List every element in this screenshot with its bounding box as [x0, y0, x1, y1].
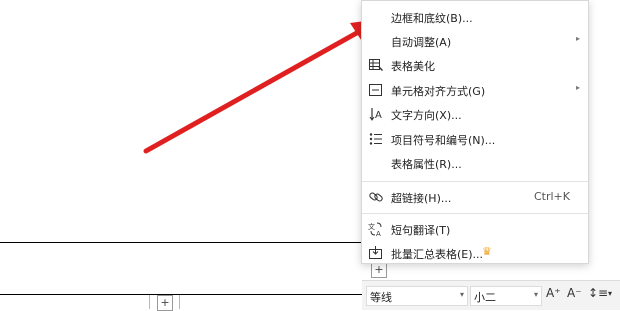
font-family-select[interactable]: 等线 ▾	[366, 286, 468, 306]
menu-item-table-beautify[interactable]: 表格美化	[362, 53, 588, 77]
table-beautify-icon	[368, 57, 384, 73]
menu-separator	[362, 181, 588, 182]
link-icon	[368, 189, 384, 205]
table-cell-divider	[149, 295, 150, 309]
vip-crown-icon: ♛	[482, 245, 492, 258]
menu-item-table-properties[interactable]: 表格属性(R)...	[362, 151, 588, 175]
chevron-down-icon: ▾	[459, 290, 464, 299]
menu-item-batch-summary[interactable]: 批量汇总表格(E)... ♛	[362, 241, 588, 265]
menu-item-bullets-numbering[interactable]: 项目符号和编号(N)...	[362, 127, 588, 151]
menu-item-auto-fit[interactable]: 自动调整(A) ▸	[362, 29, 588, 53]
menu-item-label: 文字方向(X)...	[391, 109, 462, 122]
mini-toolbar: 等线 ▾ 小二 ▾ A⁺ A⁻ ↕≡ ▾	[362, 280, 620, 310]
menu-item-borders-shading[interactable]: 边框和底纹(B)...	[362, 5, 588, 29]
font-size-value: 小二	[474, 291, 496, 304]
menu-item-text-direction[interactable]: A 文字方向(X)...	[362, 102, 588, 126]
menu-separator	[362, 213, 588, 214]
table-cell-divider	[179, 295, 180, 309]
font-size-select[interactable]: 小二 ▾	[470, 286, 542, 306]
menu-item-label: 短句翻译(T)	[391, 224, 451, 237]
line-spacing-button[interactable]: ↕≡	[588, 286, 608, 304]
menu-item-label: 表格属性(R)...	[391, 158, 462, 171]
menu-item-label: 边框和底纹(B)...	[391, 12, 473, 25]
batch-summary-icon	[368, 245, 384, 261]
menu-item-label: 批量汇总表格(E)...	[391, 248, 484, 261]
svg-text:A: A	[375, 110, 382, 121]
shrink-font-button[interactable]: A⁻	[567, 286, 582, 304]
cell-align-icon	[368, 82, 384, 98]
menu-item-label: 自动调整(A)	[391, 36, 452, 49]
svg-text:A: A	[376, 230, 381, 237]
menu-item-label: 单元格对齐方式(G)	[391, 85, 486, 98]
text-direction-icon: A	[368, 106, 384, 122]
grow-font-button[interactable]: A⁺	[546, 286, 561, 304]
submenu-arrow-icon: ▸	[575, 83, 580, 92]
menu-item-hyperlink[interactable]: 超链接(H)... Ctrl+K	[362, 185, 588, 209]
font-family-value: 等线	[370, 291, 392, 304]
menu-item-cell-alignment[interactable]: 单元格对齐方式(G) ▸	[362, 78, 588, 102]
table-top-border	[0, 242, 372, 243]
menu-item-label: 表格美化	[391, 60, 435, 73]
table-bottom-border	[0, 294, 372, 295]
chevron-down-icon[interactable]: ▾	[608, 289, 612, 307]
menu-item-label: 项目符号和编号(N)...	[391, 134, 496, 147]
svg-text:文: 文	[368, 222, 375, 231]
submenu-arrow-icon: ▸	[575, 34, 580, 43]
menu-item-label: 超链接(H)...	[391, 192, 452, 205]
translate-icon: 文 A	[368, 221, 384, 238]
menu-item-shortcut: Ctrl+K	[533, 190, 570, 203]
menu-item-sentence-translate[interactable]: 文 A 短句翻译(T)	[362, 217, 588, 241]
context-menu: 边框和底纹(B)... 自动调整(A) ▸ 表格美化 单元格对齐方式(G) ▸	[361, 0, 589, 264]
chevron-down-icon: ▾	[533, 290, 538, 299]
bullet-list-icon	[368, 131, 384, 147]
